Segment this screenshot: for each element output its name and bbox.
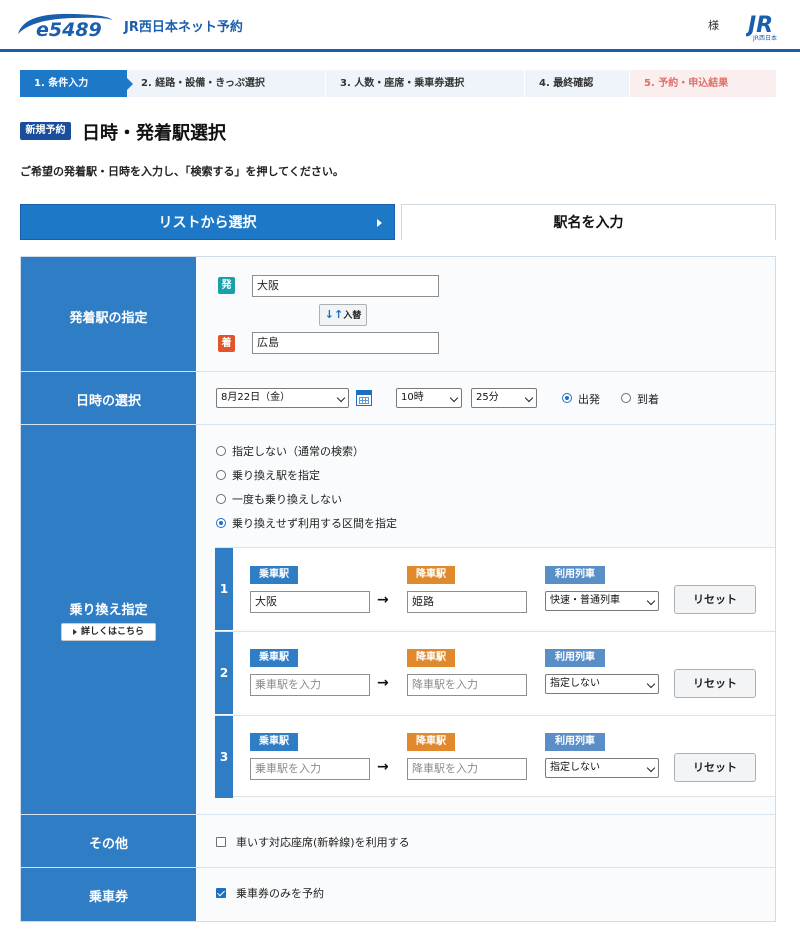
tab-enter-station-name[interactable]: 駅名を入力 <box>401 204 776 240</box>
row-stations: 発 大阪 ↓↑入替 着 広島 <box>196 257 775 372</box>
reset-button[interactable]: リセット <box>674 669 756 698</box>
row-label-ticket: 乗車券 <box>21 868 196 921</box>
alight-station-input[interactable]: 降車駅を入力 <box>407 674 527 696</box>
alight-station-input[interactable]: 姫路 <box>407 591 527 613</box>
segment-number: 3 <box>215 716 233 798</box>
alight-station-label: 降車駅 <box>407 649 455 667</box>
chevron-down-icon <box>449 393 459 403</box>
transfer-option-none-radio[interactable] <box>216 446 226 456</box>
depart-radio[interactable] <box>562 393 572 403</box>
wheelchair-label: 車いす対応座席(新幹線)を利用する <box>236 836 410 849</box>
alight-station-input[interactable]: 降車駅を入力 <box>407 758 527 780</box>
train-select[interactable]: 指定しない <box>545 674 659 694</box>
svg-text:JR西日本: JR西日本 <box>752 34 777 42</box>
transfer-option-direct-radio[interactable] <box>216 494 226 504</box>
chevron-down-icon <box>646 763 656 773</box>
board-station-label: 乗車駅 <box>250 566 298 584</box>
svg-text:e5489: e5489 <box>36 19 102 40</box>
arrive-label: 到着 <box>637 393 659 406</box>
row-datetime: 8月22日（金） 10時 25分 出発 到着 <box>196 372 775 425</box>
departure-tag: 発 <box>218 277 235 294</box>
date-select[interactable]: 8月22日（金） <box>216 388 349 408</box>
step-4: 4. 最終確認 <box>525 70 630 97</box>
chevron-down-icon <box>646 679 656 689</box>
user-honorific: 様 <box>708 19 719 32</box>
segment-number: 1 <box>215 548 233 630</box>
step-3: 3. 人数・座席・乗車券選択 <box>326 70 525 97</box>
jr-west-logo: JR JR西日本 <box>746 13 777 42</box>
e5489-logo[interactable]: e5489 <box>14 8 114 40</box>
reset-button[interactable]: リセット <box>674 585 756 614</box>
ticket-only-checkbox[interactable] <box>216 888 226 898</box>
calendar-icon[interactable] <box>356 390 372 406</box>
triangle-right-icon <box>72 628 77 635</box>
board-station-label: 乗車駅 <box>250 649 298 667</box>
segment-2: 2 乗車駅 乗車駅を入力 → 降車駅 降車駅を入力 利用列車 指定しない リセッ… <box>215 631 775 714</box>
row-label-stations: 発着駅の指定 <box>21 257 196 372</box>
step-arrow-icon <box>127 78 133 90</box>
segment-3: 3 乗車駅 乗車駅を入力 → 降車駅 降車駅を入力 利用列車 指定しない リセッ… <box>215 715 775 798</box>
chevron-down-icon <box>336 393 346 403</box>
step-2: 2. 経路・設備・きっぷ選択 <box>127 70 326 97</box>
step-5: 5. 予約・申込結果 <box>630 70 776 97</box>
arrival-tag: 着 <box>218 335 235 352</box>
swap-arrows-icon: ↓↑ <box>324 308 344 321</box>
train-label: 利用列車 <box>545 733 605 751</box>
page-title: 日時・発着駅選択 <box>82 123 226 144</box>
train-label: 利用列車 <box>545 649 605 667</box>
hour-select[interactable]: 10時 <box>396 388 462 408</box>
minute-select[interactable]: 25分 <box>471 388 537 408</box>
board-station-label: 乗車駅 <box>250 733 298 751</box>
transfer-option-label: 一度も乗り換えしない <box>232 493 342 506</box>
departure-station-input[interactable]: 大阪 <box>252 275 439 297</box>
depart-label: 出発 <box>578 393 600 406</box>
transfer-option-label: 乗り換え駅を指定 <box>232 469 320 482</box>
row-other: 車いす対応座席(新幹線)を利用する <box>196 815 775 868</box>
transfer-option-label: 指定しない（通常の検索） <box>232 445 364 458</box>
wheelchair-checkbox[interactable] <box>216 837 226 847</box>
train-select[interactable]: 快速・普通列車 <box>545 591 659 611</box>
train-label: 利用列車 <box>545 566 605 584</box>
arrow-right-icon: → <box>377 759 389 775</box>
row-label-transfer: 乗り換え指定 詳しくはこちら <box>21 425 196 815</box>
arrival-station-input[interactable]: 広島 <box>252 332 439 354</box>
segment-number: 2 <box>215 632 233 714</box>
board-station-input[interactable]: 大阪 <box>250 591 370 613</box>
transfer-option-station-radio[interactable] <box>216 470 226 480</box>
header: e5489 JR西日本ネット予約 様 JR JR西日本 <box>0 0 800 52</box>
brand-name: JR西日本ネット予約 <box>124 20 243 35</box>
progress-steps: 1. 条件入力 2. 経路・設備・きっぷ選択 3. 人数・座席・乗車券選択 4.… <box>20 70 776 97</box>
details-button[interactable]: 詳しくはこちら <box>61 623 156 641</box>
reset-button[interactable]: リセット <box>674 753 756 782</box>
search-form: 発着駅の指定 発 大阪 ↓↑入替 着 広島 日時の選択 8月22日（金） 10時… <box>20 256 776 922</box>
swap-stations-button[interactable]: ↓↑入替 <box>319 304 367 326</box>
alight-station-label: 降車駅 <box>407 566 455 584</box>
row-label-datetime: 日時の選択 <box>21 372 196 425</box>
tab-select-from-list[interactable]: リストから選択 <box>20 204 395 240</box>
instruction-text: ご希望の発着駅・日時を入力し、「検索する」を押してください。 <box>20 165 344 178</box>
row-label-other: その他 <box>21 815 196 868</box>
triangle-right-icon <box>377 219 382 227</box>
train-select[interactable]: 指定しない <box>545 758 659 778</box>
chevron-down-icon <box>646 596 656 606</box>
transfer-option-label: 乗り換えせず利用する区間を指定 <box>232 517 397 530</box>
row-ticket: 乗車券のみを予約 <box>196 868 775 921</box>
arrow-right-icon: → <box>377 675 389 691</box>
alight-station-label: 降車駅 <box>407 733 455 751</box>
arrow-right-icon: → <box>377 592 389 608</box>
chevron-down-icon <box>524 393 534 403</box>
board-station-input[interactable]: 乗車駅を入力 <box>250 758 370 780</box>
board-station-input[interactable]: 乗車駅を入力 <box>250 674 370 696</box>
transfer-option-section-radio[interactable] <box>216 518 226 528</box>
step-1: 1. 条件入力 <box>20 70 133 97</box>
new-reservation-badge: 新規予約 <box>20 122 71 140</box>
arrive-radio[interactable] <box>621 393 631 403</box>
ticket-only-label: 乗車券のみを予約 <box>236 887 324 900</box>
segment-1: 1 乗車駅 大阪 → 降車駅 姫路 利用列車 快速・普通列車 リセット <box>215 547 775 630</box>
